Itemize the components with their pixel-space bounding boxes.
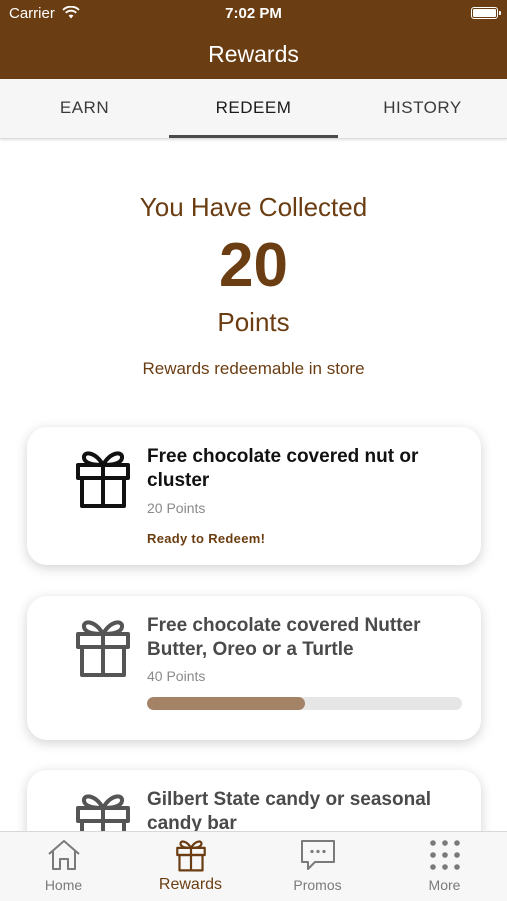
reward-title: Free chocolate covered nut or cluster <box>147 446 419 491</box>
bottom-tab-bar: Home Rewards Promos More <box>0 831 507 901</box>
tab-history-label: HISTORY <box>383 98 462 117</box>
top-bar: Carrier 7:02 PM Rewards <box>0 0 507 79</box>
points-total: 20 <box>219 231 288 300</box>
redeem-note: Rewards redeemable in store <box>142 359 365 378</box>
tab-earn[interactable]: EARN <box>0 79 169 138</box>
clock: 7:02 PM <box>225 5 282 22</box>
tabbar-more[interactable]: More <box>381 832 507 901</box>
points-unit: Points <box>217 307 290 337</box>
tabbar-home[interactable]: Home <box>0 832 127 901</box>
tab-earn-label: EARN <box>59 98 110 117</box>
tabbar-promos[interactable]: Promos <box>254 832 381 901</box>
gift-icon <box>175 840 206 872</box>
chat-bubble-icon <box>300 840 335 870</box>
tabbar-promos-label: Promos <box>293 877 342 893</box>
reward-title: Gilbert State candy or seasonal candy ba… <box>147 789 432 834</box>
reward-points: 40 Points <box>147 668 206 684</box>
tab-redeem[interactable]: REDEEM <box>169 79 338 138</box>
grid-dots-icon <box>429 840 460 870</box>
active-tab-indicator <box>169 135 338 138</box>
reward-points: 20 Points <box>147 500 206 516</box>
tabbar-more-label: More <box>428 877 461 893</box>
reward-progress-fill <box>147 697 305 710</box>
home-icon <box>47 840 80 870</box>
tabbar-rewards-label: Rewards <box>158 876 223 893</box>
status-bar: Carrier 7:02 PM <box>0 0 507 28</box>
rewards-tabs: EARN REDEEM HISTORY <box>0 79 507 139</box>
tabbar-home-label: Home <box>44 877 83 893</box>
collected-heading: You Have Collected <box>139 192 368 222</box>
gift-icon <box>76 620 130 677</box>
page-title: Rewards <box>208 41 299 67</box>
reward-card[interactable]: Free chocolate covered nut or cluster 20… <box>27 427 481 565</box>
tabbar-rewards[interactable]: Rewards <box>127 832 254 901</box>
battery-icon <box>471 7 501 19</box>
reward-card[interactable]: Free chocolate covered Nutter Butter, Or… <box>27 596 481 740</box>
reward-progress-bar <box>147 697 462 710</box>
tab-history[interactable]: HISTORY <box>338 79 507 138</box>
tab-redeem-label: REDEEM <box>215 98 292 117</box>
reward-status: Ready to Redeem! <box>147 531 266 546</box>
gift-icon <box>76 451 130 508</box>
reward-title: Free chocolate covered Nutter Butter, Or… <box>147 615 421 660</box>
